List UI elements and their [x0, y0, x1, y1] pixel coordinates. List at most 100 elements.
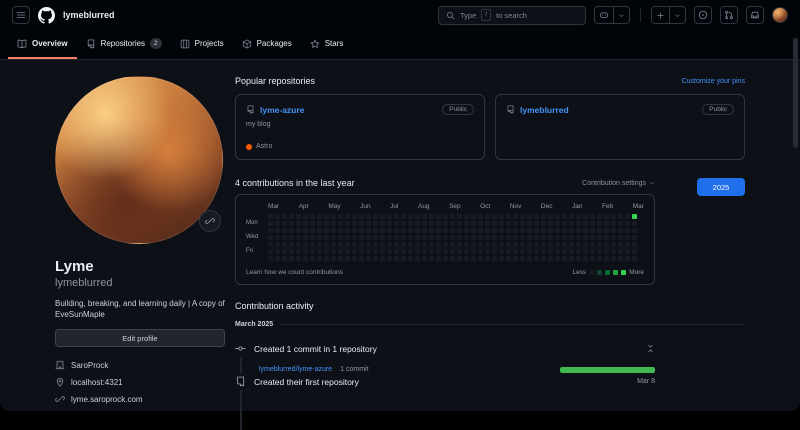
contribution-cell[interactable]: [275, 242, 280, 247]
contribution-cell[interactable]: [590, 221, 595, 226]
contribution-cell[interactable]: [471, 256, 476, 261]
contribution-cell[interactable]: [576, 256, 581, 261]
contribution-cell[interactable]: [471, 221, 476, 226]
contribution-cell[interactable]: [443, 228, 448, 233]
contribution-cell[interactable]: [597, 214, 602, 219]
contribution-cell[interactable]: [478, 242, 483, 247]
contribution-cell[interactable]: [478, 249, 483, 254]
contribution-cell[interactable]: [394, 235, 399, 240]
contribution-cell[interactable]: [506, 249, 511, 254]
contribution-cell[interactable]: [359, 256, 364, 261]
contribution-cell[interactable]: [408, 249, 413, 254]
year-2025-button[interactable]: 2025: [697, 178, 745, 196]
contribution-cell[interactable]: [324, 242, 329, 247]
contribution-cell[interactable]: [471, 228, 476, 233]
contribution-cell[interactable]: [604, 249, 609, 254]
contribution-cell[interactable]: [380, 228, 385, 233]
contribution-cell[interactable]: [478, 228, 483, 233]
contribution-cell[interactable]: [387, 235, 392, 240]
contribution-cell[interactable]: [506, 228, 511, 233]
contribution-cell[interactable]: [562, 249, 567, 254]
contribution-cell[interactable]: [492, 249, 497, 254]
contribution-cell[interactable]: [597, 242, 602, 247]
contribution-cell[interactable]: [275, 235, 280, 240]
contribution-cell[interactable]: [604, 242, 609, 247]
contribution-cell[interactable]: [611, 221, 616, 226]
contribution-cell[interactable]: [394, 249, 399, 254]
contribution-cell[interactable]: [380, 221, 385, 226]
tab-overview[interactable]: Overview: [8, 30, 77, 59]
contribution-cell[interactable]: [499, 242, 504, 247]
contribution-cell[interactable]: [534, 249, 539, 254]
contribution-cell[interactable]: [345, 242, 350, 247]
contribution-cell[interactable]: [324, 228, 329, 233]
contribution-cell[interactable]: [443, 221, 448, 226]
contribution-cell[interactable]: [597, 221, 602, 226]
contribution-cell[interactable]: [394, 242, 399, 247]
contribution-cell[interactable]: [478, 235, 483, 240]
contribution-cell[interactable]: [324, 249, 329, 254]
contribution-cell[interactable]: [380, 249, 385, 254]
notifications-inbox-button[interactable]: [746, 6, 764, 24]
contribution-cell[interactable]: [387, 242, 392, 247]
contribution-cell[interactable]: [310, 228, 315, 233]
contribution-cell[interactable]: [394, 221, 399, 226]
edit-profile-button[interactable]: Edit profile: [55, 329, 225, 347]
contribution-cell[interactable]: [338, 221, 343, 226]
organization-label[interactable]: SaroProck: [71, 361, 108, 370]
contribution-cell[interactable]: [303, 214, 308, 219]
contribution-cell[interactable]: [387, 221, 392, 226]
contribution-cell[interactable]: [562, 242, 567, 247]
contribution-cell[interactable]: [611, 249, 616, 254]
contribution-cell[interactable]: [289, 214, 294, 219]
contribution-cell[interactable]: [282, 256, 287, 261]
contribution-cell[interactable]: [548, 214, 553, 219]
contribution-cell[interactable]: [506, 235, 511, 240]
contribution-cell[interactable]: [492, 242, 497, 247]
contribution-cell[interactable]: [310, 221, 315, 226]
contribution-cell[interactable]: [443, 256, 448, 261]
contribution-cell[interactable]: [527, 235, 532, 240]
contribution-cell[interactable]: [401, 228, 406, 233]
contribution-cell[interactable]: [429, 221, 434, 226]
contribution-cell[interactable]: [492, 256, 497, 261]
contribution-cell[interactable]: [576, 214, 581, 219]
contribution-cell[interactable]: [338, 228, 343, 233]
contribution-cell[interactable]: [443, 249, 448, 254]
contribution-cell[interactable]: [408, 242, 413, 247]
contribution-cell[interactable]: [352, 214, 357, 219]
create-new-button[interactable]: [651, 6, 686, 24]
contribution-cell[interactable]: [457, 235, 462, 240]
profile-avatar[interactable]: [55, 76, 223, 244]
contribution-cell[interactable]: [443, 242, 448, 247]
contribution-cell[interactable]: [520, 249, 525, 254]
contribution-cell[interactable]: [464, 235, 469, 240]
contribution-cell[interactable]: [464, 256, 469, 261]
contribution-cell[interactable]: [604, 228, 609, 233]
contribution-cell[interactable]: [541, 256, 546, 261]
repo-name-link[interactable]: lyme-azure: [260, 105, 304, 115]
contribution-cell[interactable]: [380, 214, 385, 219]
contribution-cell[interactable]: [520, 221, 525, 226]
contribution-cell[interactable]: [534, 242, 539, 247]
contribution-cell[interactable]: [317, 235, 322, 240]
contribution-cell[interactable]: [331, 256, 336, 261]
contribution-cell[interactable]: [450, 221, 455, 226]
contribution-cell[interactable]: [296, 249, 301, 254]
contribution-cell[interactable]: [296, 242, 301, 247]
contribution-cell[interactable]: [324, 221, 329, 226]
contribution-cell[interactable]: [583, 256, 588, 261]
contribution-cell[interactable]: [338, 256, 343, 261]
contribution-cell[interactable]: [450, 249, 455, 254]
contribution-cell[interactable]: [457, 228, 462, 233]
contribution-cell[interactable]: [422, 228, 427, 233]
contribution-cell[interactable]: [303, 256, 308, 261]
contribution-cell[interactable]: [366, 221, 371, 226]
contribution-cell[interactable]: [618, 256, 623, 261]
contribution-cell[interactable]: [422, 235, 427, 240]
contribution-cell[interactable]: [527, 249, 532, 254]
contribution-cell[interactable]: [289, 242, 294, 247]
contribution-cell[interactable]: [618, 228, 623, 233]
contribution-cell[interactable]: [338, 249, 343, 254]
contribution-cell[interactable]: [317, 221, 322, 226]
